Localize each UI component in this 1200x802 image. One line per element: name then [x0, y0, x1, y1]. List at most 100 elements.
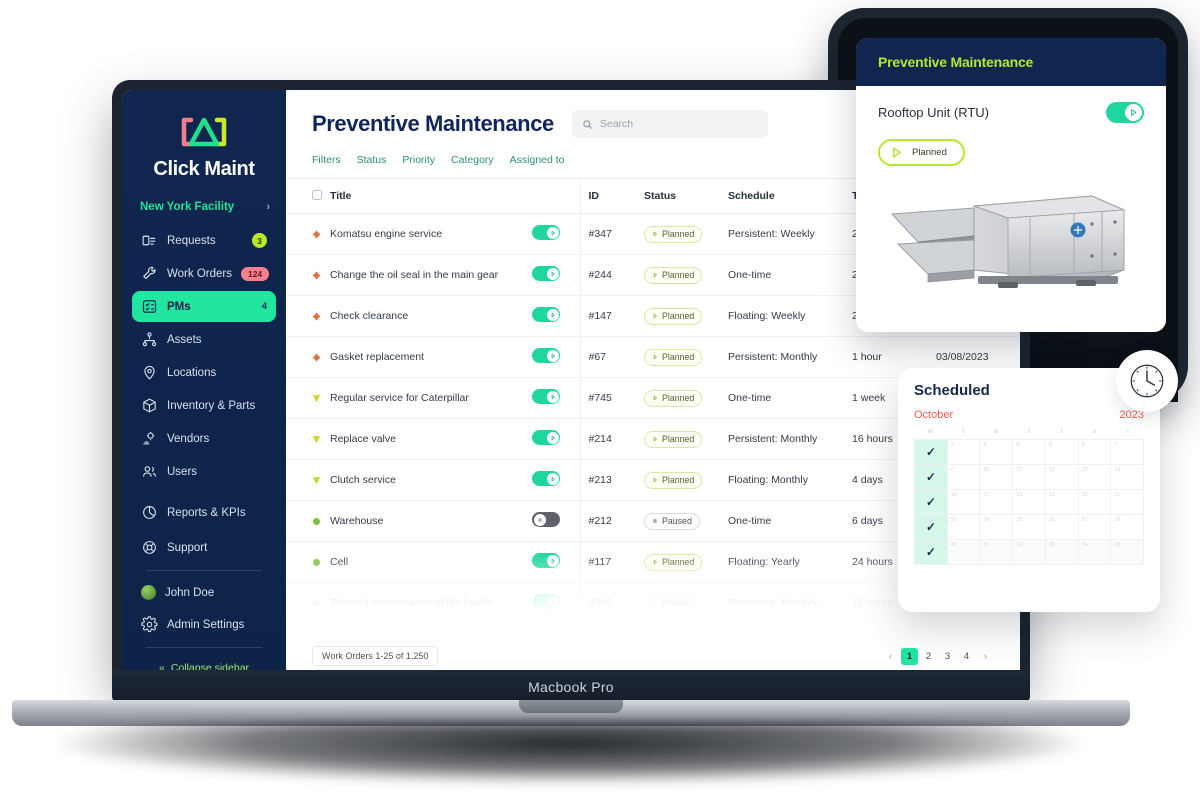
pagination-next[interactable]: ›: [977, 648, 994, 665]
calendar-cell[interactable]: 35: [1111, 540, 1144, 565]
sidebar-item-locations[interactable]: Locations: [132, 357, 276, 388]
calendar-cell[interactable]: 31: [980, 540, 1014, 565]
pm-row-toggle[interactable]: [532, 266, 560, 281]
calendar-cell[interactable]: 26: [1045, 515, 1079, 540]
pagination-prev[interactable]: ‹: [882, 648, 899, 665]
pm-row-toggle[interactable]: [532, 635, 560, 636]
calendar-cell-checked[interactable]: ✓: [915, 490, 948, 515]
pm-row-toggle[interactable]: [532, 225, 560, 240]
pm-row-toggle[interactable]: [532, 348, 560, 363]
sidebar-item-inventory-parts[interactable]: Inventory & Parts: [132, 390, 276, 421]
table-row[interactable]: Organization #350 Planned Persistent: Month…: [286, 623, 1020, 636]
calendar-cell[interactable]: 32: [1013, 540, 1046, 565]
calendar-cell[interactable]: 7: [1111, 440, 1144, 465]
cell-id: #745: [579, 377, 636, 419]
calendar-cell[interactable]: 33: [1045, 540, 1079, 565]
calendar-cell-checked[interactable]: ✓: [915, 465, 948, 490]
calendar-cell[interactable]: 3: [980, 440, 1014, 465]
calendar-cell-checked[interactable]: ✓: [915, 540, 948, 565]
calendar-cell[interactable]: 5: [1045, 440, 1079, 465]
calendar-cell[interactable]: 9: [947, 465, 981, 490]
calendar-cell[interactable]: 18: [1013, 490, 1046, 515]
search-input[interactable]: Search: [571, 110, 768, 138]
filter-filters[interactable]: Filters: [312, 154, 341, 166]
cell-schedule: Persistent: Monthly: [720, 336, 844, 378]
toggle-knob: [533, 513, 546, 526]
play-icon: [551, 558, 555, 563]
calendar-cell[interactable]: 30: [947, 540, 981, 565]
priority-medium-icon: [312, 394, 321, 402]
sidebar-item-support[interactable]: Support: [132, 532, 276, 563]
status-badge: Planned: [644, 635, 703, 636]
filter-assigned-to[interactable]: Assigned to: [510, 154, 565, 166]
cell-time-to-complete: 7 days: [844, 623, 928, 636]
calendar-day-of-week-row: mtwtfss: [914, 429, 1144, 435]
calendar-day-number: 2: [950, 442, 954, 448]
calendar-dow: t: [962, 429, 965, 435]
check-icon: ✓: [925, 470, 936, 484]
priority-high-icon: [312, 311, 321, 321]
calendar-cell[interactable]: 23: [947, 515, 981, 540]
calendar-cell[interactable]: 24: [980, 515, 1014, 540]
calendar-cell[interactable]: 4: [1013, 440, 1046, 465]
pm-row-toggle[interactable]: [532, 471, 560, 486]
pagination-page[interactable]: 1: [901, 647, 918, 665]
calendar-cell[interactable]: 2: [947, 440, 981, 465]
phone-asset-toggle[interactable]: [1106, 102, 1144, 123]
sidebar-item-label: Reports & KPIs: [167, 506, 246, 519]
calendar-cell[interactable]: 28: [1111, 515, 1144, 540]
select-all-checkbox[interactable]: [312, 190, 322, 200]
calendar-cell-checked[interactable]: ✓: [915, 515, 948, 540]
sidebar-item-pms[interactable]: PMs 4: [132, 291, 276, 322]
calendar-cell[interactable]: 25: [1013, 515, 1046, 540]
calendar-cell[interactable]: 34: [1078, 540, 1112, 565]
sidebar-item-vendors[interactable]: Vendors: [132, 423, 276, 454]
pm-row-toggle[interactable]: [532, 389, 560, 404]
sidebar-item-assets[interactable]: Assets: [132, 324, 276, 355]
calendar-cell[interactable]: 14: [1111, 465, 1144, 490]
pm-row-toggle[interactable]: [532, 512, 560, 527]
filter-category[interactable]: Category: [451, 154, 494, 166]
calendar-cell[interactable]: 27: [1078, 515, 1112, 540]
sidebar-item-work-orders[interactable]: Work Orders 124: [132, 258, 276, 289]
calendar-cell[interactable]: 20: [1078, 490, 1112, 515]
pm-row-toggle[interactable]: [532, 594, 560, 609]
pagination-page[interactable]: 3: [939, 648, 956, 665]
gear-icon: [141, 616, 158, 633]
pm-row-toggle[interactable]: [532, 553, 560, 568]
calendar-cell[interactable]: 11: [1013, 465, 1046, 490]
pagination-page[interactable]: 4: [958, 648, 975, 665]
calendar-dow: m: [927, 429, 933, 435]
play-icon: [551, 230, 555, 235]
sidebar-item-requests[interactable]: Requests 3: [132, 225, 276, 256]
status-badge-label: Paused: [662, 516, 692, 526]
calendar-cell[interactable]: 6: [1078, 440, 1112, 465]
calendar-cell[interactable]: 19: [1045, 490, 1079, 515]
calendar-day-number: 7: [1114, 442, 1118, 448]
sidebar-item-reports-kpis[interactable]: Reports & KPIs: [132, 497, 276, 528]
filter-priority[interactable]: Priority: [402, 154, 435, 166]
calendar-cell-checked[interactable]: ✓: [915, 440, 948, 465]
play-icon: [653, 354, 657, 360]
pagination-page[interactable]: 2: [920, 648, 937, 665]
sidebar-item-user-profile[interactable]: John Doe: [132, 578, 276, 607]
pm-row-toggle[interactable]: [532, 430, 560, 445]
cell-status: Planned: [636, 377, 720, 419]
calendar-month[interactable]: October: [914, 409, 953, 421]
sidebar-item-admin-settings[interactable]: Admin Settings: [132, 609, 276, 640]
calendar-cell[interactable]: 10: [980, 465, 1014, 490]
calendar-cell[interactable]: 21: [1111, 490, 1144, 515]
sidebar-item-users[interactable]: Users: [132, 456, 276, 487]
calendar-dow: s: [1093, 429, 1097, 435]
calendar-cell[interactable]: 12: [1045, 465, 1079, 490]
cell-schedule: Persistent: Monthly: [720, 582, 844, 624]
calendar-cell[interactable]: 13: [1078, 465, 1112, 490]
facility-selector[interactable]: New York Facility ›: [122, 195, 286, 223]
filter-status[interactable]: Status: [357, 154, 387, 166]
wrench-icon: [143, 266, 156, 280]
phone-status-chip[interactable]: Planned: [878, 139, 965, 166]
calendar-cell[interactable]: 17: [980, 490, 1014, 515]
calendar-cell[interactable]: 16: [947, 490, 981, 515]
pm-row-toggle[interactable]: [532, 307, 560, 322]
toggle-knob: [546, 349, 559, 362]
